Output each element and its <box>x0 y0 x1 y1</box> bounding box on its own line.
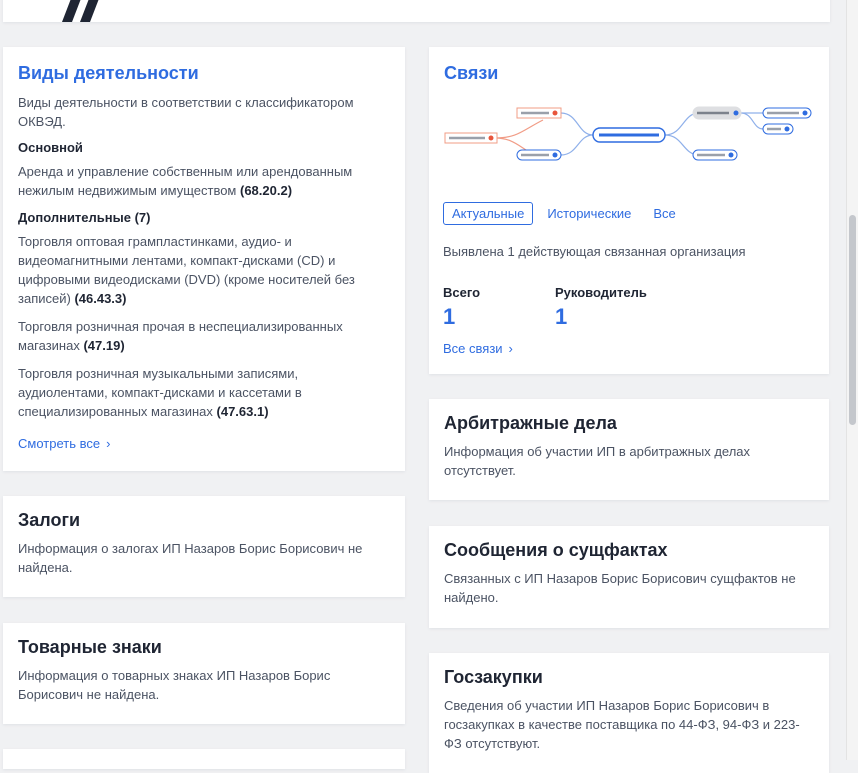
stat-total-label: Всего <box>443 285 481 300</box>
trademarks-card: Товарные знаки Информация о товарных зна… <box>3 623 405 724</box>
extra-activity-code: (46.43.3) <box>74 291 127 306</box>
extra-activity-code: (47.19) <box>83 338 125 353</box>
extra-activity-item: Торговля розничная прочая в неспециализи… <box>18 317 390 355</box>
tab-historical[interactable]: Исторические <box>539 203 639 224</box>
stat-head-label: Руководитель <box>555 285 647 300</box>
links-tabs: Актуальные Исторические Все <box>443 202 684 225</box>
links-title[interactable]: Связи <box>444 61 814 85</box>
tab-actual[interactable]: Актуальные <box>443 202 534 225</box>
bottom-card-partial <box>3 749 405 769</box>
trademarks-title: Товарные знаки <box>18 637 162 657</box>
connections-graph-icon <box>444 106 812 161</box>
scrollbar-thumb[interactable] <box>849 215 856 425</box>
facts-text: Связанных с ИП Назаров Борис Борисович с… <box>444 571 796 605</box>
all-links-label: Все связи <box>443 341 503 356</box>
all-links-link[interactable]: Все связи › <box>443 341 513 356</box>
extra-activity-item: Торговля оптовая грампластинками, аудио-… <box>18 232 390 308</box>
pledges-title: Залоги <box>18 510 81 530</box>
extra-activity-item: Торговля розничная музыкальными записями… <box>18 364 390 421</box>
top-card-partial <box>3 0 830 22</box>
pledges-card: Залоги Информация о залогах ИП Назаров Б… <box>3 496 405 597</box>
stat-total-value[interactable]: 1 <box>443 304 480 330</box>
activities-card: Виды деятельности Виды деятельности в со… <box>3 47 405 471</box>
pledges-text: Информация о залогах ИП Назаров Борис Бо… <box>18 541 363 575</box>
extra-activity-code: (47.63.1) <box>216 404 269 419</box>
see-all-activities-link[interactable]: Смотреть все › <box>18 436 110 451</box>
facts-card: Сообщения о сущфактах Связанных с ИП Наз… <box>429 526 829 628</box>
main-activity: Аренда и управление собственным или арен… <box>18 162 390 200</box>
arbitration-text: Информация об участии ИП в арбитражных д… <box>444 444 751 478</box>
trademarks-text: Информация о товарных знаках ИП Назаров … <box>18 668 331 702</box>
chevron-right-icon: › <box>508 341 513 356</box>
activities-title[interactable]: Виды деятельности <box>18 61 390 85</box>
activities-intro: Виды деятельности в соответствии с класс… <box>18 95 354 129</box>
main-activity-code: (68.20.2) <box>240 183 293 198</box>
arbitration-card: Арбитражные дела Информация об участии И… <box>429 399 829 500</box>
facts-title: Сообщения о сущфактах <box>444 540 668 560</box>
stat-head-value[interactable]: 1 <box>555 304 647 330</box>
see-all-label: Смотреть все <box>18 436 101 451</box>
decorative-stripe-graphic <box>62 0 99 22</box>
main-activity-text: Аренда и управление собственным или арен… <box>18 164 353 198</box>
extra-activity-text: Торговля розничная прочая в неспециализи… <box>18 319 343 353</box>
stat-total: Всего 1 <box>443 285 480 330</box>
procurement-text: Сведения об участии ИП Назаров Борис Бор… <box>444 698 800 751</box>
main-activity-label: Основной <box>18 140 83 155</box>
arbitration-title: Арбитражные дела <box>444 413 617 433</box>
chevron-right-icon: › <box>106 436 111 451</box>
extra-activities-label: Дополнительные (7) <box>18 210 151 225</box>
procurement-card: Госзакупки Сведения об участии ИП Назаро… <box>429 653 829 773</box>
links-found-text: Выявлена 1 действующая связанная организ… <box>443 244 746 259</box>
procurement-title: Госзакупки <box>444 667 543 687</box>
links-card: Связи Актуальные Исторические Все Выявле… <box>429 47 829 374</box>
tab-all[interactable]: Все <box>645 203 683 224</box>
extra-activity-text: Торговля оптовая грампластинками, аудио-… <box>18 234 355 306</box>
stat-head: Руководитель 1 <box>555 285 647 330</box>
